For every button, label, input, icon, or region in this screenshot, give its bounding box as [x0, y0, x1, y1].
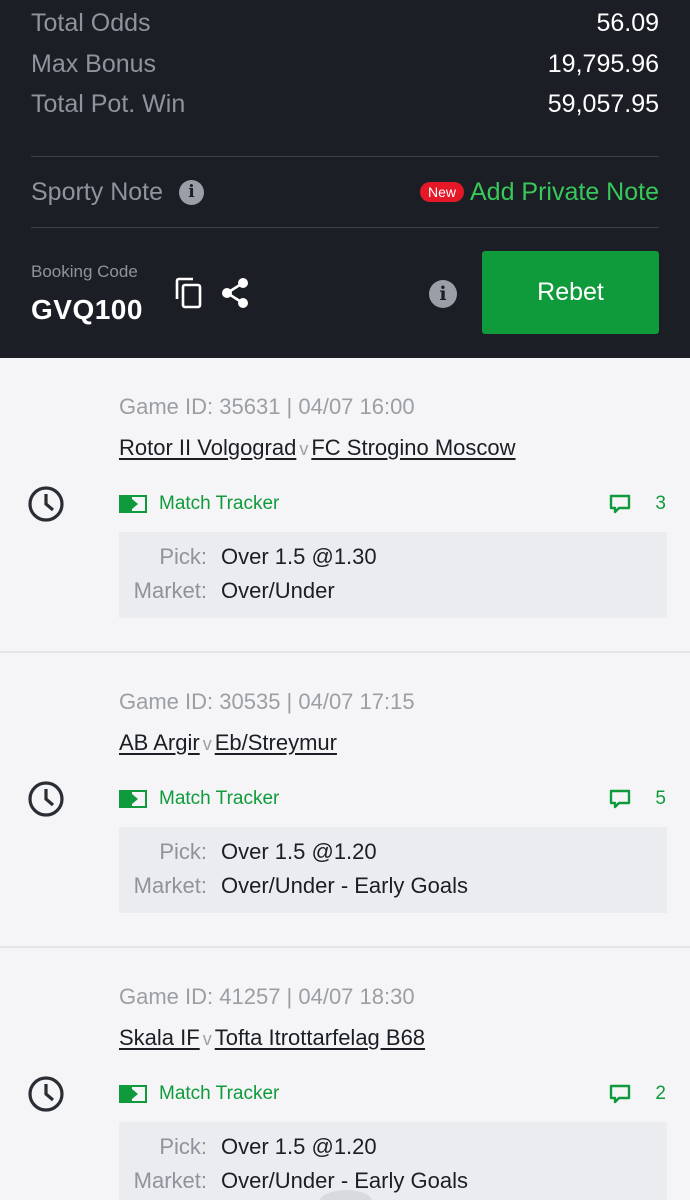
sporty-note-row: Sporty Note i New Add Private Note: [31, 172, 659, 212]
max-bonus-row: Max Bonus 19,795.96: [31, 44, 659, 84]
market-label: Market:: [133, 873, 207, 898]
match-tracker-icon: [119, 495, 147, 513]
total-odds-label: Total Odds: [31, 8, 151, 37]
away-team: Tofta Itrottarfelag B68: [214, 1025, 426, 1050]
home-team: AB Argir: [119, 730, 200, 755]
share-icon[interactable]: [218, 277, 252, 309]
away-team: Eb/Streymur: [214, 730, 337, 755]
pick-value: Over 1.5 @1.20: [221, 1134, 377, 1159]
pick-row: Pick: Over 1.5 @1.20: [119, 837, 667, 867]
pick-row: Pick: Over 1.5 @1.30: [119, 542, 667, 572]
info-icon[interactable]: i: [179, 179, 205, 205]
match-teams[interactable]: AB Argir v Eb/Streymur: [119, 730, 337, 756]
comment-count: 2: [655, 1083, 666, 1104]
market-row: Market: Over/Under - Early Goals: [119, 871, 667, 901]
game-id-line: Game ID: 35631 | 04/07 16:00: [119, 394, 415, 419]
clock-icon: [28, 781, 64, 817]
match-tracker-icon: [119, 1085, 147, 1103]
market-value: Over/Under - Early Goals: [221, 873, 468, 898]
divider: [31, 156, 659, 157]
game-card: Game ID: 35631 | 04/07 16:00 Rotor II Vo…: [0, 358, 690, 651]
game-id-line: Game ID: 30535 | 04/07 17:15: [119, 689, 415, 714]
market-label: Market:: [133, 1168, 207, 1193]
match-teams[interactable]: Rotor II Volgograd v FC Strogino Moscow: [119, 435, 516, 461]
game-list: Game ID: 35631 | 04/07 16:00 Rotor II Vo…: [0, 358, 690, 1200]
versus-label: v: [202, 1029, 212, 1049]
pick-label: Pick:: [159, 544, 207, 569]
match-tracker-label: Match Tracker: [159, 788, 280, 809]
versus-label: v: [299, 439, 309, 459]
pick-value: Over 1.5 @1.20: [221, 839, 377, 864]
comment-icon: [610, 494, 631, 514]
match-tracker-link[interactable]: Match Tracker: [119, 493, 279, 515]
sporty-note-label: Sporty Note: [31, 177, 164, 206]
total-pot-win-row: Total Pot. Win 59,057.95: [31, 84, 659, 124]
comments-link[interactable]: 2: [609, 1083, 666, 1105]
market-row: Market: Over/Under - Early Goals: [119, 1166, 667, 1196]
game-id-line: Game ID: 41257 | 04/07 18:30: [119, 984, 415, 1009]
market-value: Over/Under: [221, 578, 335, 603]
add-private-note-label: Add Private Note: [470, 177, 659, 206]
add-private-note-link[interactable]: New Add Private Note: [419, 177, 659, 207]
max-bonus-value: 19,795.96: [547, 49, 659, 78]
match-tracker-label: Match Tracker: [159, 1083, 280, 1104]
comments-link[interactable]: 5: [609, 788, 666, 810]
new-badge: New: [419, 182, 464, 202]
away-team: FC Strogino Moscow: [311, 435, 516, 460]
versus-label: v: [202, 734, 212, 754]
clock-icon: [28, 1076, 64, 1112]
match-teams[interactable]: Skala IF v Tofta Itrottarfelag B68: [119, 1025, 425, 1051]
comment-icon: [610, 1084, 631, 1104]
market-row: Market: Over/Under: [119, 576, 667, 606]
comment-icon: [610, 789, 631, 809]
comments-link[interactable]: 3: [609, 493, 666, 515]
pick-label: Pick:: [159, 839, 207, 864]
match-tracker-icon: [119, 790, 147, 808]
match-tracker-link[interactable]: Match Tracker: [119, 788, 279, 810]
copy-icon[interactable]: [174, 277, 204, 309]
game-card: Game ID: 30535 | 04/07 17:15 AB Argir v Eb…: [0, 653, 690, 946]
total-pot-win-label: Total Pot. Win: [31, 89, 186, 118]
max-bonus-label: Max Bonus: [31, 49, 157, 78]
booking-code-value: GVQ100: [31, 294, 143, 325]
pick-details: Pick: Over 1.5 @1.30 Market: Over/Under: [119, 532, 667, 618]
pick-details: Pick: Over 1.5 @1.20 Market: Over/Under …: [119, 827, 667, 913]
match-tracker-link[interactable]: Match Tracker: [119, 1083, 279, 1105]
home-team: Rotor II Volgograd: [119, 435, 297, 460]
pick-value: Over 1.5 @1.30: [221, 544, 377, 569]
comment-count: 3: [655, 493, 666, 514]
pick-row: Pick: Over 1.5 @1.20: [119, 1132, 667, 1162]
pick-details: Pick: Over 1.5 @1.20 Market: Over/Under …: [119, 1122, 667, 1200]
booking-code-label: Booking Code: [31, 262, 138, 281]
rebet-button[interactable]: Rebet: [482, 251, 659, 334]
total-pot-win-value: 59,057.95: [547, 89, 659, 118]
pick-label: Pick:: [159, 1134, 207, 1159]
total-odds-row: Total Odds 56.09: [31, 3, 659, 43]
betslip-summary-panel: Total Odds 56.09 Max Bonus 19,795.96 Tot…: [0, 0, 690, 358]
comment-count: 5: [655, 788, 666, 809]
sporty-note: Sporty Note i: [31, 177, 205, 207]
rebet-info-icon[interactable]: i: [429, 280, 457, 308]
market-label: Market:: [133, 578, 207, 603]
divider: [31, 227, 659, 228]
total-odds-value: 56.09: [596, 8, 659, 37]
home-team: Skala IF: [119, 1025, 200, 1050]
game-card: Game ID: 41257 | 04/07 18:30 Skala IF v To…: [0, 948, 690, 1200]
clock-icon: [28, 486, 64, 522]
match-tracker-label: Match Tracker: [159, 493, 280, 514]
